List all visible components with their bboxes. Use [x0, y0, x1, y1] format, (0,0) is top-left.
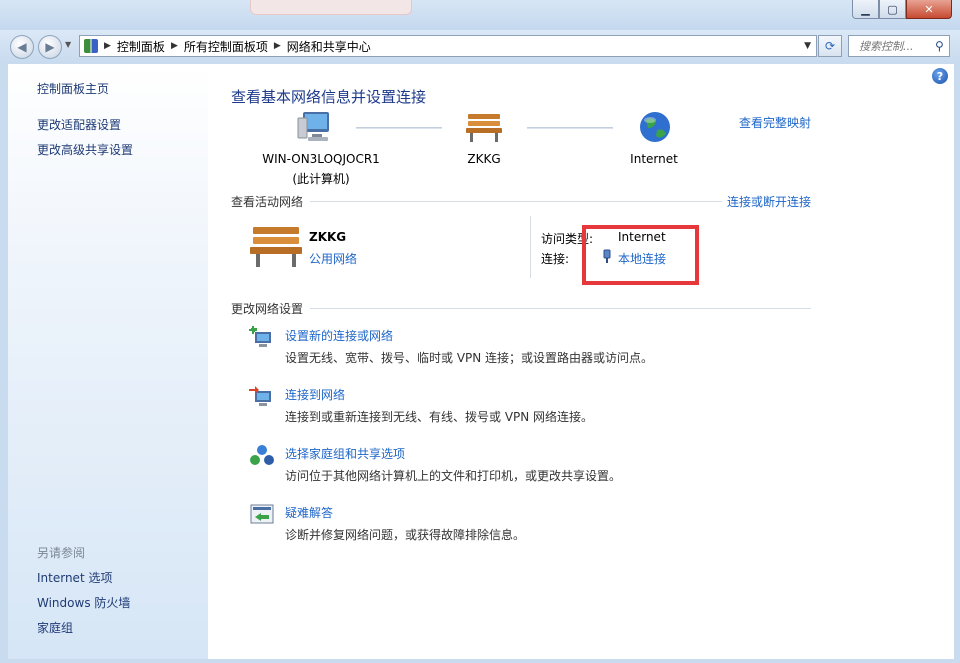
- sidebar-link-advanced-sharing[interactable]: 更改高级共享设置: [37, 141, 133, 158]
- setup-new-connection-desc: 设置无线、宽带、拨号、临时或 VPN 连接；或设置路由器或访问点。: [285, 351, 654, 365]
- connect-to-network-link[interactable]: 连接到网络: [285, 386, 345, 403]
- computer-sub-label: (此计算机): [292, 172, 350, 186]
- globe-icon[interactable]: [638, 110, 672, 144]
- minimize-button[interactable]: ▁: [852, 0, 879, 19]
- arrow-right-icon: ▶: [45, 40, 55, 54]
- arrow-left-icon: ◀: [17, 40, 27, 54]
- address-bar[interactable]: ▶ 控制面板 ▶ 所有控制面板项 ▶ 网络和共享中心 ▼: [79, 35, 817, 57]
- highlight-box: [582, 225, 699, 285]
- see-also-heading: 另请参阅: [37, 546, 86, 560]
- view-full-map-link[interactable]: 查看完整映射: [739, 114, 811, 131]
- homegroup-sharing-link[interactable]: 选择家庭组和共享选项: [285, 445, 405, 462]
- homegroup-sharing-desc: 访问位于其他网络计算机上的文件和打印机，或更改共享设置。: [285, 469, 622, 483]
- breadcrumb-separator-icon[interactable]: ▶: [274, 41, 281, 51]
- refresh-button[interactable]: ⟳: [818, 35, 842, 57]
- breadcrumb-network-center[interactable]: 网络和共享中心: [287, 38, 371, 55]
- sidebar-link-homegroup[interactable]: 家庭组: [37, 619, 73, 636]
- recent-pages-dropdown-icon[interactable]: ▼: [65, 40, 71, 49]
- computer-icon[interactable]: [294, 110, 334, 146]
- troubleshoot-icon: [250, 504, 274, 524]
- back-button[interactable]: ◀: [10, 35, 34, 59]
- troubleshoot-desc: 诊断并修复网络问题，或获得故障排除信息。: [285, 528, 526, 542]
- sidebar-link-adapter-settings[interactable]: 更改适配器设置: [37, 116, 121, 133]
- vertical-divider: [530, 216, 531, 278]
- section-divider: [310, 201, 722, 202]
- new-connection-icon: [249, 326, 271, 347]
- connect-disconnect-link[interactable]: 连接或断开连接: [727, 193, 811, 210]
- change-settings-heading: 更改网络设置: [231, 302, 304, 316]
- title-bar: [0, 0, 960, 30]
- forward-button[interactable]: ▶: [38, 35, 62, 59]
- breadcrumb-separator-icon[interactable]: ▶: [104, 41, 111, 51]
- breadcrumb-separator-icon[interactable]: ▶: [171, 41, 178, 51]
- setup-new-connection-link[interactable]: 设置新的连接或网络: [285, 327, 393, 344]
- sidebar-link-windows-firewall[interactable]: Windows 防火墙: [37, 594, 130, 611]
- connection-label: 连接:: [541, 252, 570, 266]
- connect-to-network-desc: 连接到或重新连接到无线、有线、拨号或 VPN 网络连接。: [285, 410, 594, 424]
- refresh-icon: ⟳: [824, 39, 836, 53]
- close-button[interactable]: ✕: [906, 0, 952, 19]
- maximize-button[interactable]: ▢: [879, 0, 906, 19]
- search-input[interactable]: [857, 38, 935, 54]
- sidebar-link-control-panel-home[interactable]: 控制面板主页: [37, 80, 109, 97]
- troubleshoot-link[interactable]: 疑难解答: [285, 504, 333, 521]
- breadcrumb-all-items[interactable]: 所有控制面板项: [184, 38, 268, 55]
- sidebar-link-internet-options[interactable]: Internet 选项: [37, 569, 112, 586]
- map-internet-label: Internet: [630, 152, 678, 166]
- control-panel-icon: [84, 39, 98, 53]
- address-dropdown-icon[interactable]: ▼: [804, 41, 811, 51]
- search-icon[interactable]: ⚲: [935, 39, 944, 53]
- homegroup-icon: [250, 445, 274, 465]
- connection-line: [527, 127, 613, 129]
- connection-line: [356, 127, 442, 129]
- network-type-link[interactable]: 公用网络: [309, 250, 357, 267]
- search-box: ⚲: [848, 35, 950, 57]
- connect-to-network-icon: [249, 386, 271, 406]
- page-title: 查看基本网络信息并设置连接: [231, 88, 427, 106]
- active-networks-heading: 查看活动网络: [231, 195, 304, 209]
- computer-name: WIN-ON3LOQJOCR1: [262, 152, 380, 166]
- help-icon[interactable]: ?: [932, 68, 948, 84]
- section-divider: [310, 308, 811, 309]
- window-controls: ▁ ▢ ✕: [852, 0, 952, 20]
- breadcrumb-control-panel[interactable]: 控制面板: [117, 38, 165, 55]
- bench-icon[interactable]: [464, 110, 504, 144]
- sidebar: 控制面板主页 更改适配器设置 更改高级共享设置 另请参阅 Internet 选项…: [8, 64, 208, 659]
- active-network-name: ZKKG: [309, 230, 347, 244]
- background-window-edge: [250, 0, 412, 15]
- bench-icon: [250, 227, 302, 267]
- map-network-name: ZKKG: [467, 152, 501, 166]
